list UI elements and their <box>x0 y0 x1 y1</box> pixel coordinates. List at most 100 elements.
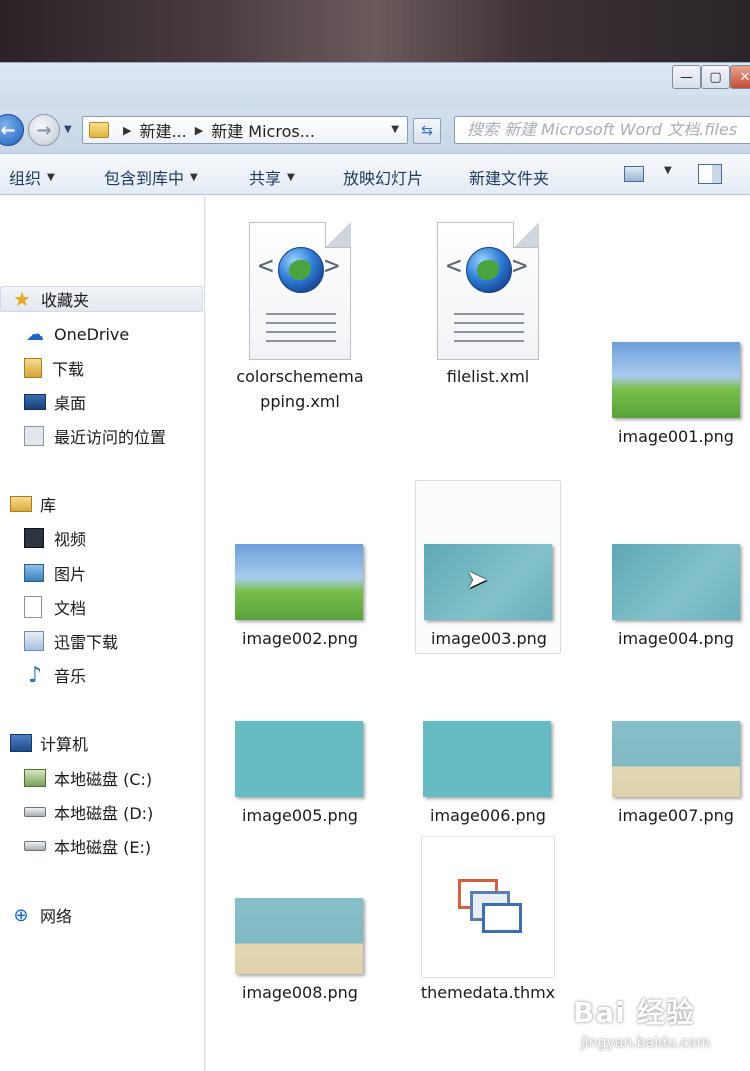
maximize-button[interactable]: ▢ <box>701 65 730 89</box>
breadcrumb-item[interactable]: 新建... <box>139 118 186 142</box>
nav-label: 收藏夹 <box>41 291 90 310</box>
file-item[interactable]: ➤ image003.png <box>415 480 561 654</box>
nav-label: 本地磁盘 (D:) <box>54 804 154 823</box>
nav-documents[interactable]: 文档 <box>24 594 86 620</box>
cloud-icon: ☁ <box>26 323 44 345</box>
include-in-library-label: 包含到库中 <box>104 169 185 188</box>
minimize-button[interactable]: — <box>672 65 701 89</box>
search-input[interactable]: 搜索 新建 Microsoft Word 文档.files <box>454 116 750 144</box>
image-thumbnail <box>235 898 363 974</box>
recent-places-icon <box>24 426 44 446</box>
nav-computer[interactable]: 计算机 <box>10 730 88 756</box>
explorer-window: — ▢ ✕ ← → ▼ ▶ 新建... ▶ 新建 Micros... ▼ ⇆ 搜… <box>0 62 750 1071</box>
watermark-logo-text: Bai 经验 <box>573 996 695 1029</box>
picture-icon <box>24 564 44 582</box>
share-menu[interactable]: 共享 ▼ <box>249 165 295 189</box>
nav-xunlei[interactable]: 迅雷下载 <box>24 628 118 654</box>
library-icon <box>10 496 32 512</box>
folder-icon <box>89 122 109 138</box>
file-item[interactable]: image001.png <box>606 336 746 456</box>
file-name: pping.xml <box>260 392 340 411</box>
watermark-url: jingyan.baidu.com <box>581 1035 711 1051</box>
video-background <box>0 0 750 70</box>
nav-label: 库 <box>40 496 57 515</box>
file-item[interactable]: themedata.thmx <box>418 836 558 1011</box>
image-thumbnail <box>612 544 740 620</box>
share-label: 共享 <box>249 169 282 188</box>
preview-pane-icon[interactable] <box>698 164 722 184</box>
slideshow-button[interactable]: 放映幻灯片 <box>343 165 423 189</box>
computer-icon <box>10 734 32 752</box>
nav-desktop[interactable]: 桌面 <box>24 389 86 415</box>
file-item[interactable]: image006.png <box>418 715 558 835</box>
system-drive-icon <box>24 769 46 787</box>
nav-label: 计算机 <box>40 735 89 754</box>
image-thumbnail <box>612 342 740 418</box>
close-button[interactable]: ✕ <box>730 65 750 89</box>
video-icon <box>24 528 44 548</box>
file-name: colorschemema <box>236 367 364 386</box>
address-dropdown-icon[interactable]: ▼ <box>391 124 399 135</box>
nav-label: 本地磁盘 (C:) <box>54 770 153 789</box>
image-thumbnail <box>612 721 740 797</box>
file-name: image002.png <box>242 629 358 648</box>
nav-onedrive[interactable]: ☁ OneDrive <box>24 321 129 347</box>
new-folder-button[interactable]: 新建文件夹 <box>469 165 549 189</box>
file-name: image006.png <box>430 806 546 825</box>
desktop-icon <box>24 394 46 410</box>
window-controls: — ▢ ✕ <box>672 65 750 89</box>
file-item[interactable]: image002.png <box>230 538 370 658</box>
nav-music[interactable]: ♪ 音乐 <box>24 662 86 688</box>
star-icon: ★ <box>13 287 31 311</box>
organize-label: 组织 <box>9 169 42 188</box>
nav-label: 网络 <box>40 907 73 926</box>
file-item[interactable]: image008.png <box>230 892 370 1012</box>
file-name: image004.png <box>618 629 734 648</box>
image-thumbnail <box>235 721 363 797</box>
command-toolbar: 组织 ▼ 包含到库中 ▼ 共享 ▼ 放映幻灯片 新建文件夹 ▼ <box>0 153 750 195</box>
nav-label: 本地磁盘 (E:) <box>54 838 152 857</box>
baidu-jingyan-watermark: Bai 经验 jingyan.baidu.com <box>573 991 723 1051</box>
include-in-library-menu[interactable]: 包含到库中 ▼ <box>104 165 198 189</box>
nav-drive-c[interactable]: 本地磁盘 (C:) <box>24 765 152 791</box>
file-item[interactable]: image005.png <box>230 715 370 835</box>
file-item[interactable]: image007.png <box>606 715 746 835</box>
chevron-right-icon: ▶ <box>194 123 204 137</box>
organize-menu[interactable]: 组织 ▼ <box>9 165 55 189</box>
chevron-right-icon: ▶ <box>123 123 132 137</box>
xunlei-download-icon <box>24 631 44 651</box>
new-folder-label: 新建文件夹 <box>469 169 550 188</box>
image-thumbnail <box>424 544 552 620</box>
nav-label: 下载 <box>52 360 85 379</box>
nav-drive-e[interactable]: 本地磁盘 (E:) <box>24 833 151 859</box>
nav-label: 迅雷下载 <box>54 633 119 652</box>
chevron-down-icon: ▼ <box>47 171 55 183</box>
forward-button[interactable]: → <box>28 114 60 146</box>
nav-videos[interactable]: 视频 <box>24 525 86 551</box>
nav-label: 文档 <box>54 599 87 618</box>
download-folder-icon <box>24 358 42 378</box>
nav-network[interactable]: ⊕ 网络 <box>10 902 72 928</box>
address-bar[interactable]: ▶ 新建... ▶ 新建 Micros... ▼ <box>82 116 408 144</box>
refresh-button[interactable]: ⇆ <box>413 118 441 144</box>
file-name: filelist.xml <box>446 367 530 386</box>
nav-downloads[interactable]: 下载 <box>24 355 84 381</box>
view-dropdown[interactable]: ▼ <box>658 165 672 176</box>
back-button[interactable]: ← <box>0 114 24 146</box>
network-icon: ⊕ <box>13 904 29 926</box>
slideshow-label: 放映幻灯片 <box>343 169 424 188</box>
breadcrumb-item[interactable]: 新建 Micros... <box>211 118 315 142</box>
file-name: image008.png <box>242 983 358 1002</box>
nav-recent[interactable]: 最近访问的位置 <box>24 423 166 449</box>
file-item[interactable]: < > colorschemema pping.xml <box>230 222 370 411</box>
nav-libraries[interactable]: 库 <box>10 491 56 517</box>
chevron-down-icon: ▼ <box>664 165 672 176</box>
nav-pictures[interactable]: 图片 <box>24 560 86 586</box>
nav-favorites[interactable]: ★ 收藏夹 <box>0 286 203 312</box>
change-view-icon[interactable] <box>624 166 644 182</box>
recent-pages-dropdown[interactable]: ▼ <box>64 124 72 135</box>
nav-drive-d[interactable]: 本地磁盘 (D:) <box>24 799 153 825</box>
file-item[interactable]: < > filelist.xml <box>418 222 558 392</box>
file-item[interactable]: image004.png <box>606 538 746 658</box>
file-list: < > colorschemema pping.xml < > filelist… <box>206 196 750 1071</box>
